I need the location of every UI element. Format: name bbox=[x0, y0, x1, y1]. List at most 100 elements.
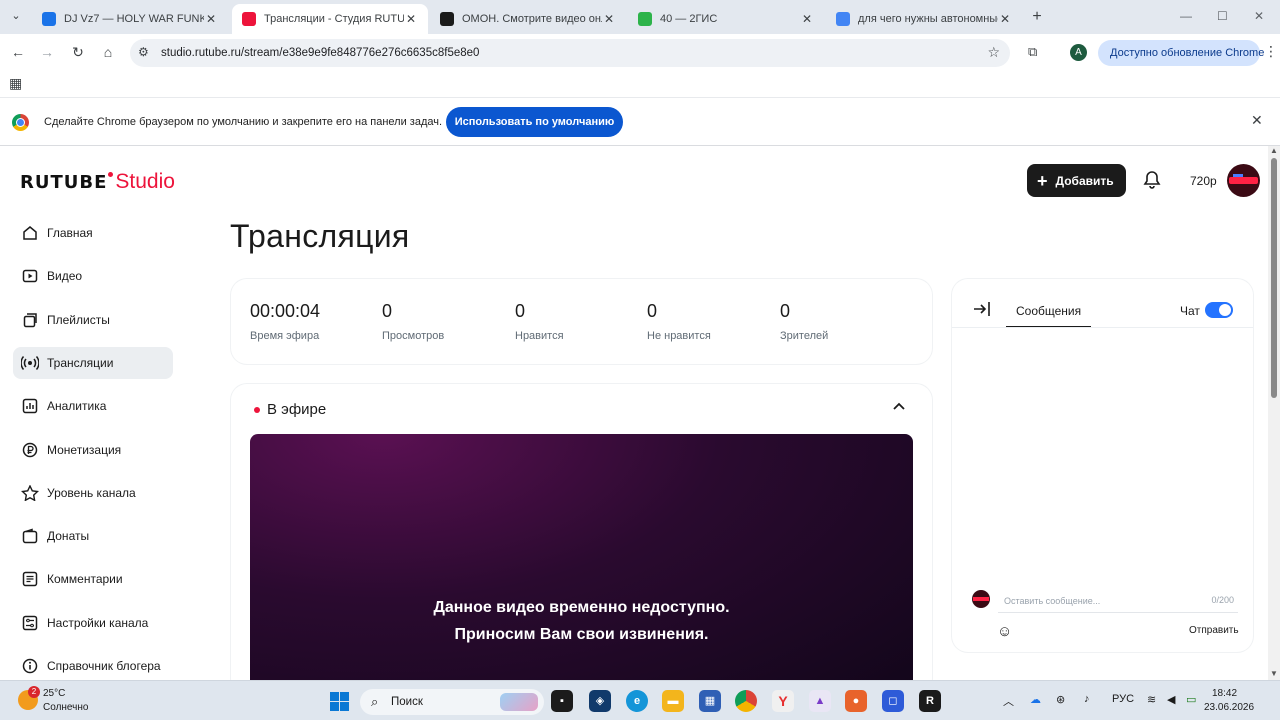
quality-label[interactable]: 720p bbox=[1190, 174, 1217, 188]
scrollbar-thumb[interactable] bbox=[1271, 158, 1277, 398]
sidebar-item-label: Справочник блогера bbox=[47, 659, 161, 673]
weather-condition[interactable]: Солнечно bbox=[43, 702, 88, 713]
taskbar-search-label: Поиск bbox=[391, 696, 423, 708]
extensions-icon[interactable]: ⧉ bbox=[1028, 44, 1037, 60]
profile-avatar[interactable]: A bbox=[1070, 44, 1087, 61]
stream-player[interactable]: Данное видео временно недоступно. Принос… bbox=[250, 434, 913, 680]
stat-value: 0 bbox=[780, 301, 791, 321]
sidebar-item[interactable]: Аналитика bbox=[13, 390, 173, 422]
chrome-menu-icon[interactable]: ⋮ bbox=[1264, 43, 1278, 60]
infobar-text: Сделайте Chrome браузером по умолчанию и… bbox=[44, 116, 443, 128]
page-scrollbar[interactable]: ▲ ▼ bbox=[1268, 146, 1280, 680]
wifi-icon[interactable]: ≋ bbox=[1147, 693, 1156, 706]
sidebar-item[interactable]: Уровень канала bbox=[13, 477, 173, 509]
reload-icon[interactable]: ↻ bbox=[69, 43, 87, 61]
tray-overflow-icon[interactable]: ︿ bbox=[1003, 693, 1014, 709]
rutube-app-icon[interactable]: R bbox=[919, 690, 941, 712]
battery-icon[interactable]: ▭ bbox=[1186, 693, 1196, 706]
taskbar-search[interactable]: ⌕ Поиск bbox=[360, 689, 544, 715]
sidebar-item-label: Видео bbox=[47, 269, 83, 284]
chrome-update-button[interactable]: Доступно обновление Chrome bbox=[1098, 40, 1264, 66]
chat-message-input[interactable]: Оставить сообщение... 0/200 bbox=[998, 587, 1238, 613]
browser-tab[interactable]: для чего нужны автономные ✕ bbox=[826, 4, 1022, 34]
camera-app-icon[interactable]: ● bbox=[845, 690, 867, 712]
sidebar-item[interactable]: Монетизация bbox=[13, 434, 173, 466]
clock-time[interactable]: 18:42 bbox=[1212, 688, 1237, 699]
tab-close-icon[interactable]: ✕ bbox=[404, 12, 418, 26]
browser-tab[interactable]: Трансляции - Студия RUTUBE✕ bbox=[232, 4, 428, 34]
sidebar-item[interactable]: Настройки канала bbox=[13, 607, 173, 639]
close-window-icon[interactable]: ✕ bbox=[1254, 9, 1264, 23]
tab-close-icon[interactable]: ✕ bbox=[800, 12, 814, 26]
sidebar-item[interactable]: Трансляции bbox=[13, 346, 173, 379]
page-title: Трансляция bbox=[230, 218, 410, 254]
channel-avatar[interactable] bbox=[1227, 164, 1260, 197]
back-icon[interactable]: ← bbox=[9, 43, 27, 61]
tab-favicon-icon bbox=[836, 12, 850, 26]
weather-temperature[interactable]: 25°C bbox=[43, 688, 65, 699]
tab-title: DJ Vz7 — HOLY WAR FUNK (Sl bbox=[64, 13, 204, 25]
file-explorer-icon[interactable]: ▬ bbox=[662, 690, 684, 712]
browser-tab[interactable]: DJ Vz7 — HOLY WAR FUNK (Sl✕ bbox=[32, 4, 228, 34]
task-view-icon[interactable]: ▪ bbox=[551, 690, 573, 712]
add-button[interactable]: + Добавить bbox=[1027, 164, 1126, 197]
clock-date[interactable]: 23.06.2026 bbox=[1204, 702, 1254, 713]
emoji-icon[interactable]: ☺ bbox=[997, 623, 1012, 640]
browser-tab[interactable]: 40 — 2ГИС ✕ bbox=[628, 4, 824, 34]
chevron-up-icon[interactable] bbox=[892, 399, 906, 414]
home-icon[interactable]: ⌂ bbox=[99, 43, 117, 61]
new-tab-button[interactable]: + bbox=[1028, 8, 1046, 26]
store-icon[interactable]: ▦ bbox=[699, 690, 721, 712]
microphone-icon[interactable]: ♪ bbox=[1084, 693, 1090, 705]
tab-title: ОМОН. Смотрите видео онла bbox=[462, 13, 602, 25]
edge-icon[interactable]: e bbox=[626, 690, 648, 712]
tab-close-icon[interactable]: ✕ bbox=[998, 12, 1012, 26]
messenger-app-icon[interactable]: ◻ bbox=[882, 690, 904, 712]
site-info-icon[interactable]: ⚙ bbox=[138, 45, 149, 59]
set-default-button[interactable]: Использовать по умолчанию bbox=[446, 107, 623, 137]
start-button[interactable] bbox=[330, 692, 349, 711]
url-text[interactable]: studio.rutube.ru/stream/e38e9e9fe848776e… bbox=[161, 47, 479, 59]
volume-icon[interactable]: ◀ bbox=[1167, 693, 1175, 706]
tab-title: Трансляции - Студия RUTUBE bbox=[264, 13, 404, 25]
collapse-chat-icon[interactable] bbox=[973, 301, 991, 322]
sidebar-item[interactable]: Видео bbox=[13, 260, 173, 292]
apps-grid-icon[interactable]: ▦ bbox=[9, 75, 22, 92]
chat-panel: Сообщения Чат Оставить сообщение... 0/20… bbox=[952, 279, 1253, 652]
scroll-down-icon[interactable]: ▼ bbox=[1270, 669, 1278, 678]
language-indicator[interactable]: РУС bbox=[1112, 693, 1134, 705]
chrome-taskbar-icon[interactable] bbox=[735, 690, 757, 712]
sidebar-item[interactable]: Плейлисты bbox=[13, 304, 173, 336]
star-icon bbox=[21, 484, 39, 502]
minimize-icon[interactable]: — bbox=[1180, 9, 1192, 23]
tab-close-icon[interactable]: ✕ bbox=[602, 12, 616, 26]
sidebar-item[interactable]: Главная bbox=[13, 217, 173, 249]
bookmark-star-icon[interactable]: ☆ bbox=[987, 44, 1000, 61]
security-app-icon[interactable]: ◈ bbox=[589, 690, 611, 712]
maximize-icon[interactable]: ☐ bbox=[1217, 9, 1228, 23]
sidebar-item-label: Уровень канала bbox=[47, 485, 136, 500]
art-app-icon[interactable]: ▲ bbox=[809, 690, 831, 712]
forward-icon[interactable]: → bbox=[38, 43, 56, 61]
cloud-icon[interactable]: ☁ bbox=[1030, 693, 1041, 706]
stat-item: 0 Просмотров bbox=[382, 301, 444, 342]
stat-item: 0 Нравится bbox=[515, 301, 564, 342]
playlist-icon bbox=[21, 311, 39, 329]
sidebar-item[interactable]: Донаты bbox=[13, 520, 173, 552]
yandex-browser-icon[interactable]: Y bbox=[772, 690, 794, 712]
tab-search-icon[interactable]: ⌄ bbox=[8, 9, 24, 25]
tab-messages[interactable]: Сообщения bbox=[1006, 295, 1092, 328]
rutube-studio-logo[interactable]: RUTUBE Studio bbox=[20, 170, 175, 194]
browser-tab[interactable]: ОМОН. Смотрите видео онла ✕ bbox=[430, 4, 626, 34]
address-bar[interactable]: ⚙ studio.rutube.ru/stream/e38e9e9fe84877… bbox=[130, 39, 1010, 67]
browser-tab-bar: ⌄ DJ Vz7 — HOLY WAR FUNK (Sl✕Трансляции … bbox=[0, 0, 1280, 34]
chat-toggle[interactable] bbox=[1205, 302, 1233, 318]
notifications-bell-icon[interactable] bbox=[1143, 170, 1161, 195]
infobar-close-icon[interactable]: ✕ bbox=[1251, 112, 1263, 129]
network-adapter-icon[interactable]: ⊛ bbox=[1056, 693, 1065, 706]
scroll-up-icon[interactable]: ▲ bbox=[1270, 146, 1278, 155]
tab-close-icon[interactable]: ✕ bbox=[204, 12, 218, 26]
send-button[interactable]: Отправить bbox=[1189, 625, 1239, 636]
sidebar-item[interactable]: Справочник блогера bbox=[13, 650, 173, 680]
sidebar-item[interactable]: Комментарии bbox=[13, 563, 173, 595]
